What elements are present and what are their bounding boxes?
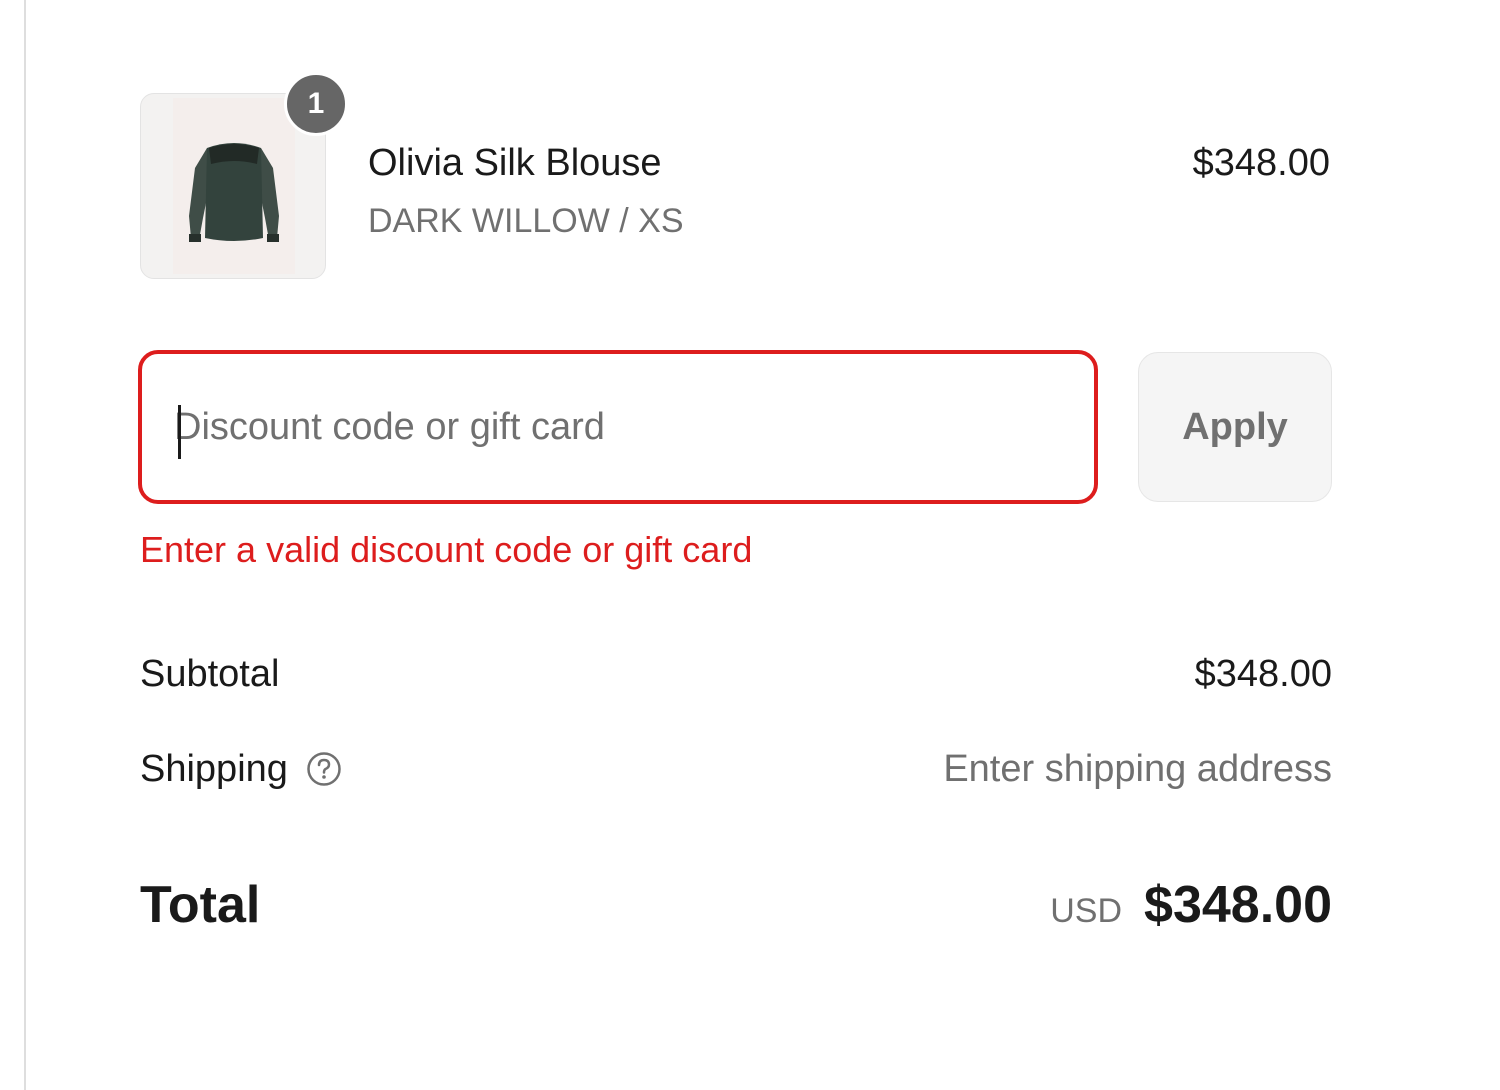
- shipping-row-label: Shipping: [140, 746, 342, 792]
- total-value-group: USD $348.00: [1050, 874, 1332, 936]
- discount-code-input[interactable]: [174, 354, 1054, 500]
- apply-discount-button[interactable]: Apply: [1138, 352, 1332, 502]
- blouse-image: [173, 98, 295, 274]
- product-variant: DARK WILLOW / XS: [368, 202, 684, 240]
- total-label: Total: [140, 876, 261, 934]
- discount-field[interactable]: [138, 350, 1098, 504]
- total-currency: USD: [1050, 892, 1123, 930]
- text-cursor: [178, 405, 181, 459]
- total-amount: $348.00: [1144, 876, 1332, 934]
- subtotal-label: Subtotal: [140, 653, 280, 695]
- question-circle-icon[interactable]: [306, 751, 342, 787]
- quantity-badge: 1: [284, 72, 348, 136]
- shipping-value: Enter shipping address: [943, 748, 1332, 790]
- product-name: Olivia Silk Blouse: [368, 142, 662, 184]
- order-summary-panel: 1 Olivia Silk Blouse DARK WILLOW / XS $3…: [0, 0, 1500, 1090]
- product-price: $348.00: [1192, 142, 1330, 184]
- discount-error-message: Enter a valid discount code or gift card: [140, 529, 753, 570]
- subtotal-value: $348.00: [1194, 653, 1332, 695]
- panel-divider: [24, 0, 26, 1090]
- shipping-label: Shipping: [140, 748, 288, 790]
